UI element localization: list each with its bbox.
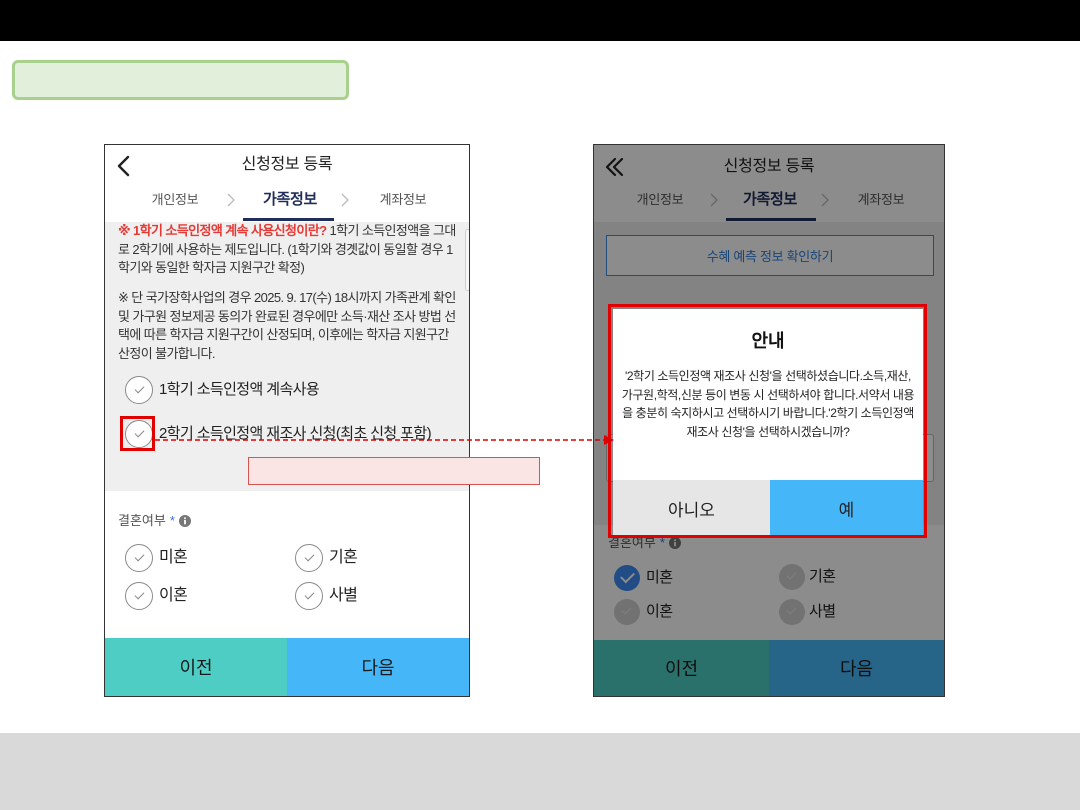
slide: 신청정보 등록 개인정보 가족정보 계좌정보 ※ 1학기 소득인정액 계속 사용… (0, 0, 1080, 810)
marriage-status-label-row: 결혼여부 * (118, 511, 191, 531)
marriage-status-label: 결혼여부 (118, 513, 166, 528)
left-phone-screen: 신청정보 등록 개인정보 가족정보 계좌정보 ※ 1학기 소득인정액 계속 사용… (104, 144, 470, 697)
chevron-right-icon (227, 193, 235, 207)
footer-band (0, 733, 1080, 810)
option-label[interactable]: 사별 (329, 586, 358, 606)
option-label[interactable]: 미혼 (159, 548, 188, 568)
top-bar (0, 0, 1080, 41)
active-tab-underline (243, 218, 334, 221)
section-label-box (12, 60, 349, 100)
chevron-right-icon (341, 193, 349, 207)
dialog-highlight-frame (608, 304, 927, 538)
tab-personal-info[interactable]: 개인정보 (125, 190, 225, 210)
right-phone-screen: 신청정보 등록 개인정보 가족정보 계좌정보 수혜 예측 정보 확인하기 결혼여… (593, 144, 945, 697)
page-title: 신청정보 등록 (241, 156, 333, 173)
notice-paragraph-1: ※ 1학기 소득인정액 계속 사용신청이란? 1학기 소득인정액을 그대로 2학… (118, 222, 460, 278)
notice-paragraph-2: ※ 단 국가장학사업의 경우 2025. 9. 17(수) 18시까지 가족관계… (118, 290, 456, 361)
notice-highlight: ※ 1학기 소득인정액 계속 사용신청이란? (118, 223, 327, 238)
callout-box (248, 457, 540, 485)
dashed-arrow-icon (155, 435, 614, 445)
option-label[interactable]: 1학기 소득인정액 계속사용 (159, 380, 320, 400)
radio-married[interactable] (295, 544, 323, 572)
required-mark: * (169, 513, 175, 528)
option-label[interactable]: 기혼 (329, 548, 358, 568)
radio-highlight-frame (120, 416, 155, 451)
radio-single[interactable] (125, 544, 153, 572)
prev-button[interactable]: 이전 (105, 638, 287, 696)
tab-account-info[interactable]: 계좌정보 (353, 190, 453, 210)
tab-family-info[interactable]: 가족정보 (240, 190, 340, 210)
info-icon[interactable] (178, 515, 191, 527)
radio-widowed[interactable] (295, 582, 323, 610)
next-button[interactable]: 다음 (287, 638, 469, 696)
option-label[interactable]: 이혼 (159, 586, 188, 606)
radio-keep-first-semester-income[interactable] (125, 376, 153, 404)
scrollbar-thumb[interactable] (465, 229, 469, 291)
radio-divorced[interactable] (125, 582, 153, 610)
